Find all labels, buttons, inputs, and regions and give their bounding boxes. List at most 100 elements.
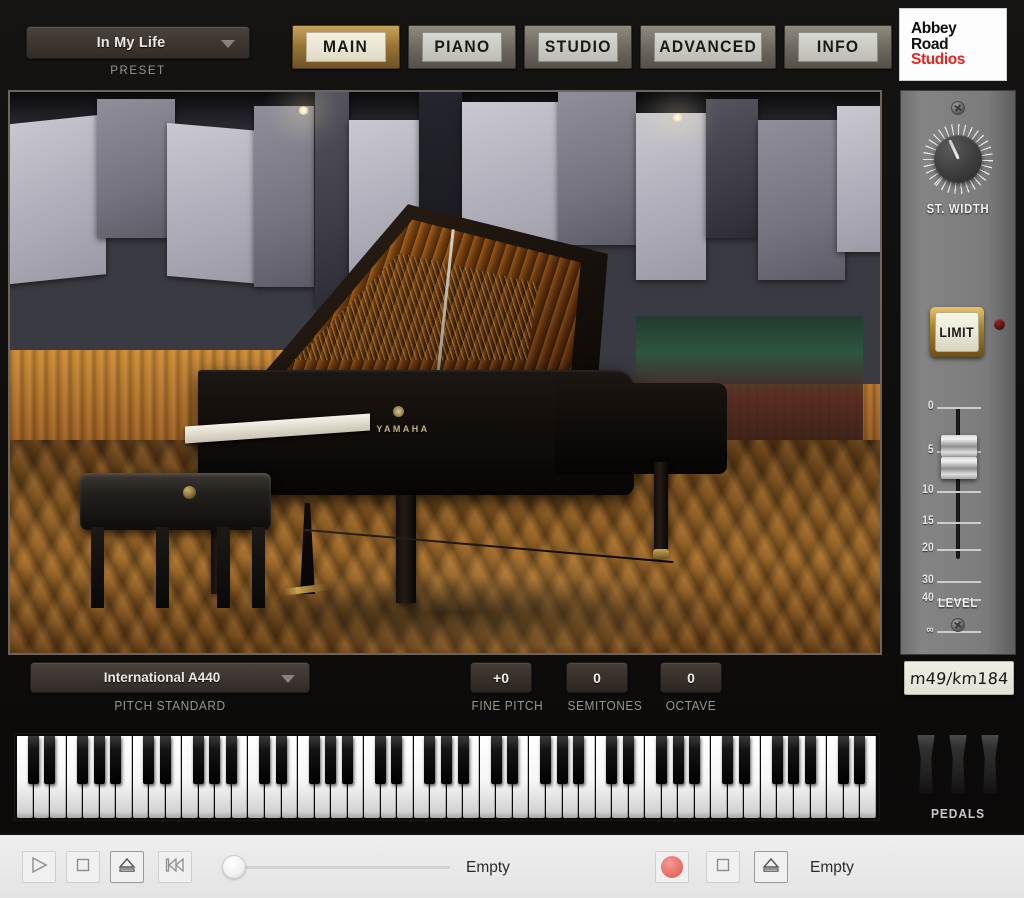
stop-button[interactable]: [66, 851, 100, 883]
black-key[interactable]: [722, 736, 734, 785]
eject-icon: [118, 856, 136, 879]
preset-label: PRESET: [110, 65, 166, 77]
tab-label: PIANO: [434, 37, 490, 56]
black-key[interactable]: [622, 736, 634, 785]
black-key[interactable]: [804, 736, 816, 785]
eject-button[interactable]: [110, 851, 144, 883]
tab-label: MAIN: [323, 37, 369, 56]
rewind-button[interactable]: [158, 851, 192, 883]
rack-screw-bottom-icon: [951, 618, 965, 632]
fader-handle[interactable]: [941, 457, 977, 479]
pedals-image[interactable]: [914, 735, 1002, 793]
black-key[interactable]: [441, 736, 452, 785]
pitch-field-group: +0 FINE PITCH: [470, 662, 544, 713]
tab-advanced[interactable]: ADVANCED: [640, 25, 777, 69]
tab-main[interactable]: MAIN: [292, 25, 400, 69]
fader-cap-shadow: [941, 435, 977, 457]
tab-face: ADVANCED: [654, 32, 763, 62]
record-stop-button[interactable]: [706, 851, 740, 883]
plugin-window: In My Life PRESET MAIN PIANO STUDIO ADVANCE…: [0, 0, 1024, 898]
piano-leg: [396, 494, 417, 603]
black-key[interactable]: [689, 736, 701, 785]
plugin-body: In My Life PRESET MAIN PIANO STUDIO ADVANCE…: [0, 0, 1024, 833]
stereo-width-label: ST. WIDTH: [926, 202, 990, 216]
black-key[interactable]: [93, 736, 105, 785]
fader-tick-label: 30: [922, 574, 934, 586]
mic-selection-text: m49/km184: [909, 668, 1009, 688]
black-key[interactable]: [606, 736, 618, 785]
semitones-field[interactable]: 0: [566, 662, 628, 693]
tab-label: STUDIO: [544, 37, 612, 56]
pedal[interactable]: [981, 735, 999, 793]
stereo-width-knob[interactable]: [923, 124, 993, 194]
black-key[interactable]: [656, 736, 667, 785]
black-key[interactable]: [143, 736, 155, 785]
fader-tick-label: 0: [927, 400, 934, 412]
level-fader: 0 5 10 15 20 30 40 ∞: [901, 391, 1015, 636]
black-key[interactable]: [556, 736, 568, 785]
logo-line-2: Road: [911, 35, 949, 53]
octave-field[interactable]: 0: [660, 662, 722, 693]
black-key[interactable]: [540, 736, 552, 785]
black-key[interactable]: [192, 736, 204, 785]
black-key[interactable]: [374, 736, 386, 785]
mic-selection-card[interactable]: m49/km184: [904, 661, 1014, 695]
black-key[interactable]: [771, 736, 783, 785]
slider-handle[interactable]: [222, 855, 246, 879]
black-key[interactable]: [226, 736, 237, 785]
black-key[interactable]: [457, 736, 469, 785]
black-key[interactable]: [325, 736, 337, 785]
black-key[interactable]: [573, 736, 585, 785]
pitch-standard-value: International A440: [103, 670, 221, 685]
black-key[interactable]: [391, 736, 403, 785]
pedal[interactable]: [949, 735, 967, 793]
black-key[interactable]: [854, 736, 866, 785]
black-key[interactable]: [672, 736, 684, 785]
fader-tick: [937, 491, 981, 493]
black-key[interactable]: [507, 736, 519, 785]
tab-studio[interactable]: STUDIO: [524, 25, 632, 69]
tab-info[interactable]: INFO: [784, 25, 893, 69]
fine-pitch-field[interactable]: +0: [470, 662, 532, 693]
black-key[interactable]: [308, 736, 320, 785]
pitch-standard-label: PITCH STANDARD: [114, 699, 226, 713]
field-label: FINE PITCH: [471, 699, 544, 713]
black-key[interactable]: [837, 736, 849, 785]
black-key[interactable]: [77, 736, 89, 785]
pitch-field-group: 0 SEMITONES: [566, 662, 643, 713]
play-button[interactable]: [22, 851, 56, 883]
black-key[interactable]: [209, 736, 221, 785]
black-keys-row: [17, 736, 877, 785]
tab-bar: MAIN PIANO STUDIO ADVANCED INFO: [292, 25, 893, 69]
playback-position-slider[interactable]: [222, 855, 450, 879]
black-key[interactable]: [110, 736, 122, 785]
abbey-road-studios-logo: Abbey Road Studios: [899, 8, 1007, 81]
black-key[interactable]: [424, 736, 436, 785]
piano-bench: [79, 473, 271, 609]
pedal[interactable]: [917, 735, 935, 793]
preset-dropdown[interactable]: In My Life: [26, 26, 250, 59]
playback-status: Empty: [466, 859, 510, 876]
black-key[interactable]: [44, 736, 56, 785]
record-button[interactable]: [655, 851, 689, 883]
tab-piano[interactable]: PIANO: [408, 25, 516, 69]
yamaha-logo-mark-icon: [392, 405, 404, 417]
field-label: SEMITONES: [567, 699, 643, 713]
pitch-controls-row: International A440 PITCH STANDARD +0 FINE…: [0, 662, 890, 726]
piano-keyboard[interactable]: [14, 733, 880, 821]
black-key[interactable]: [27, 736, 39, 785]
pitch-standard-dropdown[interactable]: International A440: [30, 662, 310, 693]
black-key[interactable]: [738, 736, 750, 785]
black-key[interactable]: [159, 736, 171, 785]
record-eject-button[interactable]: [754, 851, 788, 883]
black-key[interactable]: [259, 736, 271, 785]
black-key[interactable]: [275, 736, 287, 785]
field-value: +0: [493, 669, 509, 686]
rewind-icon: [165, 856, 185, 879]
limit-button[interactable]: LIMIT: [930, 307, 984, 357]
black-key[interactable]: [788, 736, 800, 785]
black-key[interactable]: [490, 736, 502, 785]
record-icon: [661, 856, 683, 878]
field-value: 0: [687, 669, 695, 686]
black-key[interactable]: [341, 736, 353, 785]
